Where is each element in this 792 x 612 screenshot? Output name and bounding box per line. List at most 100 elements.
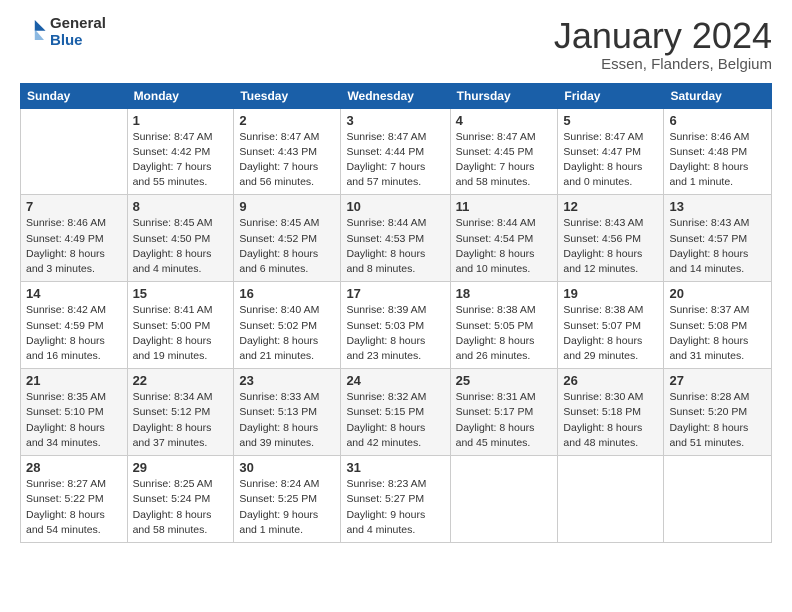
- calendar-cell: 22Sunrise: 8:34 AMSunset: 5:12 PMDayligh…: [127, 369, 234, 456]
- day-info: Sunrise: 8:38 AMSunset: 5:05 PMDaylight:…: [456, 303, 553, 364]
- day-number: 10: [346, 199, 444, 214]
- day-number: 9: [239, 199, 335, 214]
- day-number: 27: [669, 373, 766, 388]
- calendar-cell: [450, 456, 558, 543]
- calendar-cell: 18 Sunrise: 8:38 AMSunset: 5:05 PMDayligh…: [450, 282, 558, 369]
- header: General Blue January 2024 Essen, Flander…: [20, 16, 772, 73]
- weekday-header-sunday: Sunday: [21, 83, 128, 108]
- day-info: Sunrise: 8:27 AMSunset: 5:22 PMDaylight:…: [26, 477, 122, 538]
- day-info: Sunrise: 8:25 AMSunset: 5:24 PMDaylight:…: [133, 477, 229, 538]
- week-row-1: 1 Sunrise: 8:47 AMSunset: 4:42 PMDaylight…: [21, 108, 772, 195]
- day-number: 11: [456, 199, 553, 214]
- month-title: January 2024: [554, 16, 772, 56]
- calendar-cell: 9Sunrise: 8:45 AMSunset: 4:52 PMDaylight…: [234, 195, 341, 282]
- calendar-cell: 6Sunrise: 8:46 AMSunset: 4:48 PMDaylight…: [664, 108, 772, 195]
- calendar-cell: 11 Sunrise: 8:44 AMSunset: 4:54 PMDayligh…: [450, 195, 558, 282]
- calendar-cell: 14 Sunrise: 8:42 AMSunset: 4:59 PMDayligh…: [21, 282, 128, 369]
- day-info: Sunrise: 8:47 AMSunset: 4:42 PMDaylight:…: [133, 130, 229, 191]
- day-info: Sunrise: 8:35 AMSunset: 5:10 PMDaylight:…: [26, 390, 122, 451]
- week-row-2: 7Sunrise: 8:46 AMSunset: 4:49 PMDaylight…: [21, 195, 772, 282]
- day-info: Sunrise: 8:42 AMSunset: 4:59 PMDaylight:…: [26, 303, 122, 364]
- calendar-cell: 5 Sunrise: 8:47 AMSunset: 4:47 PMDaylight…: [558, 108, 664, 195]
- day-number: 8: [133, 199, 229, 214]
- day-info: Sunrise: 8:40 AMSunset: 5:02 PMDaylight:…: [239, 303, 335, 364]
- day-number: 19: [563, 286, 658, 301]
- calendar-cell: 29 Sunrise: 8:25 AMSunset: 5:24 PMDayligh…: [127, 456, 234, 543]
- day-number: 15: [133, 286, 229, 301]
- calendar-cell: 17Sunrise: 8:39 AMSunset: 5:03 PMDayligh…: [341, 282, 450, 369]
- calendar-cell: 24 Sunrise: 8:32 AMSunset: 5:15 PMDayligh…: [341, 369, 450, 456]
- logo-blue-text: Blue: [50, 33, 106, 50]
- day-info: Sunrise: 8:45 AMSunset: 4:50 PMDaylight:…: [133, 216, 229, 277]
- day-info: Sunrise: 8:44 AMSunset: 4:54 PMDaylight:…: [456, 216, 553, 277]
- logo-general-text: General: [50, 16, 106, 33]
- calendar-table: SundayMondayTuesdayWednesdayThursdayFrid…: [20, 83, 772, 543]
- calendar-header: SundayMondayTuesdayWednesdayThursdayFrid…: [21, 83, 772, 108]
- day-info: Sunrise: 8:47 AMSunset: 4:43 PMDaylight:…: [239, 130, 335, 191]
- location-title: Essen, Flanders, Belgium: [554, 56, 772, 73]
- day-info: Sunrise: 8:41 AMSunset: 5:00 PMDaylight:…: [133, 303, 229, 364]
- day-number: 28: [26, 460, 122, 475]
- day-number: 14: [26, 286, 122, 301]
- day-info: Sunrise: 8:47 AMSunset: 4:44 PMDaylight:…: [346, 130, 444, 191]
- calendar-cell: 25Sunrise: 8:31 AMSunset: 5:17 PMDayligh…: [450, 369, 558, 456]
- logo-icon: [22, 20, 46, 40]
- day-number: 3: [346, 113, 444, 128]
- day-info: Sunrise: 8:30 AMSunset: 5:18 PMDaylight:…: [563, 390, 658, 451]
- day-number: 12: [563, 199, 658, 214]
- week-row-5: 28 Sunrise: 8:27 AMSunset: 5:22 PMDayligh…: [21, 456, 772, 543]
- day-info: Sunrise: 8:39 AMSunset: 5:03 PMDaylight:…: [346, 303, 444, 364]
- calendar-cell: 8 Sunrise: 8:45 AMSunset: 4:50 PMDaylight…: [127, 195, 234, 282]
- day-number: 23: [239, 373, 335, 388]
- calendar-cell: 21 Sunrise: 8:35 AMSunset: 5:10 PMDayligh…: [21, 369, 128, 456]
- calendar-cell: [21, 108, 128, 195]
- week-row-4: 21 Sunrise: 8:35 AMSunset: 5:10 PMDayligh…: [21, 369, 772, 456]
- calendar-cell: 19 Sunrise: 8:38 AMSunset: 5:07 PMDayligh…: [558, 282, 664, 369]
- day-number: 31: [346, 460, 444, 475]
- day-info: Sunrise: 8:44 AMSunset: 4:53 PMDaylight:…: [346, 216, 444, 277]
- day-number: 16: [239, 286, 335, 301]
- day-info: Sunrise: 8:38 AMSunset: 5:07 PMDaylight:…: [563, 303, 658, 364]
- calendar-cell: 30 Sunrise: 8:24 AMSunset: 5:25 PMDayligh…: [234, 456, 341, 543]
- calendar-cell: 15 Sunrise: 8:41 AMSunset: 5:00 PMDayligh…: [127, 282, 234, 369]
- day-info: Sunrise: 8:31 AMSunset: 5:17 PMDaylight:…: [456, 390, 553, 451]
- day-number: 24: [346, 373, 444, 388]
- logo: General Blue: [20, 16, 106, 49]
- title-block: January 2024 Essen, Flanders, Belgium: [554, 16, 772, 73]
- calendar-cell: 4Sunrise: 8:47 AMSunset: 4:45 PMDaylight…: [450, 108, 558, 195]
- day-info: Sunrise: 8:24 AMSunset: 5:25 PMDaylight:…: [239, 477, 335, 538]
- calendar-cell: 3 Sunrise: 8:47 AMSunset: 4:44 PMDaylight…: [341, 108, 450, 195]
- day-number: 21: [26, 373, 122, 388]
- day-number: 5: [563, 113, 658, 128]
- weekday-header-tuesday: Tuesday: [234, 83, 341, 108]
- calendar-cell: 28 Sunrise: 8:27 AMSunset: 5:22 PMDayligh…: [21, 456, 128, 543]
- day-info: Sunrise: 8:34 AMSunset: 5:12 PMDaylight:…: [133, 390, 229, 451]
- calendar-cell: 1 Sunrise: 8:47 AMSunset: 4:42 PMDaylight…: [127, 108, 234, 195]
- day-info: Sunrise: 8:47 AMSunset: 4:47 PMDaylight:…: [563, 130, 658, 191]
- day-info: Sunrise: 8:43 AMSunset: 4:57 PMDaylight:…: [669, 216, 766, 277]
- day-info: Sunrise: 8:46 AMSunset: 4:49 PMDaylight:…: [26, 216, 122, 277]
- calendar-cell: 23Sunrise: 8:33 AMSunset: 5:13 PMDayligh…: [234, 369, 341, 456]
- day-info: Sunrise: 8:32 AMSunset: 5:15 PMDaylight:…: [346, 390, 444, 451]
- day-number: 2: [239, 113, 335, 128]
- day-number: 20: [669, 286, 766, 301]
- calendar-cell: [558, 456, 664, 543]
- day-number: 29: [133, 460, 229, 475]
- day-info: Sunrise: 8:37 AMSunset: 5:08 PMDaylight:…: [669, 303, 766, 364]
- day-number: 18: [456, 286, 553, 301]
- week-row-3: 14 Sunrise: 8:42 AMSunset: 4:59 PMDayligh…: [21, 282, 772, 369]
- day-number: 26: [563, 373, 658, 388]
- day-number: 30: [239, 460, 335, 475]
- day-info: Sunrise: 8:43 AMSunset: 4:56 PMDaylight:…: [563, 216, 658, 277]
- calendar-cell: 7Sunrise: 8:46 AMSunset: 4:49 PMDaylight…: [21, 195, 128, 282]
- calendar-cell: 16 Sunrise: 8:40 AMSunset: 5:02 PMDayligh…: [234, 282, 341, 369]
- day-number: 1: [133, 113, 229, 128]
- page: General Blue January 2024 Essen, Flander…: [0, 0, 792, 612]
- weekday-header-thursday: Thursday: [450, 83, 558, 108]
- calendar-cell: 12 Sunrise: 8:43 AMSunset: 4:56 PMDayligh…: [558, 195, 664, 282]
- calendar-cell: 27Sunrise: 8:28 AMSunset: 5:20 PMDayligh…: [664, 369, 772, 456]
- day-number: 6: [669, 113, 766, 128]
- calendar-cell: [664, 456, 772, 543]
- calendar-cell: 13Sunrise: 8:43 AMSunset: 4:57 PMDayligh…: [664, 195, 772, 282]
- day-number: 4: [456, 113, 553, 128]
